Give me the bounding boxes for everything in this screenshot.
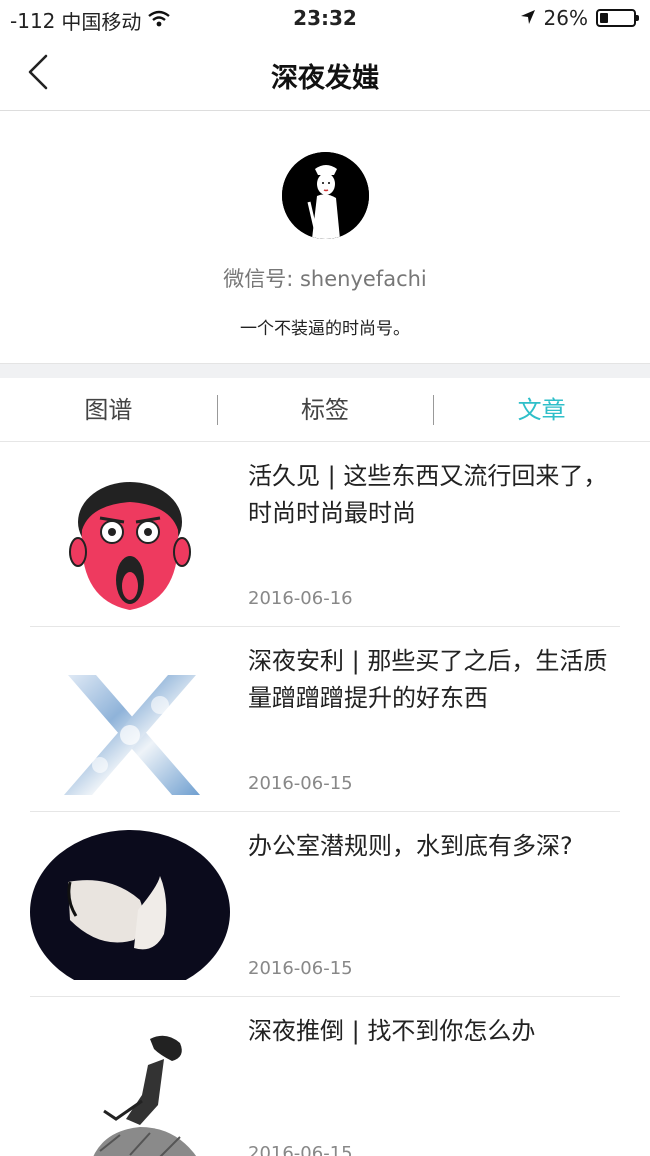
- article-date: 2016-06-16: [248, 588, 353, 609]
- battery-percent: 26%: [543, 6, 588, 30]
- article-date: 2016-06-15: [248, 958, 353, 979]
- screaming-face-image: [30, 460, 230, 610]
- tab-divider: [217, 395, 218, 425]
- status-right: 26%: [520, 6, 639, 30]
- battery-icon: [596, 9, 639, 27]
- article-title: 深夜安利 | 那些买了之后，生活质量蹭蹭蹭提升的好东西: [248, 647, 608, 712]
- tab-atlas[interactable]: 图谱: [0, 378, 217, 441]
- sketch-woman-image: [30, 1015, 230, 1156]
- tab-divider: [433, 395, 434, 425]
- avatar-illustration: [282, 152, 369, 239]
- nav-bar: 深夜发媸: [0, 38, 650, 111]
- tab-tags[interactable]: 标签: [217, 378, 434, 441]
- profile-bio: 一个不装逼的时尚号。: [240, 319, 410, 339]
- article-item[interactable]: 深夜安利 | 那些买了之后，生活质量蹭蹭蹭提升的好东西 2016-06-15: [30, 627, 620, 812]
- wechat-id: 微信号: shenyefachi: [223, 267, 427, 291]
- article-date: 2016-06-15: [248, 773, 353, 794]
- location-arrow-icon: [520, 6, 536, 30]
- page-title: 深夜发媸: [271, 63, 379, 94]
- article-item[interactable]: 办公室潜规则，水到底有多深? 2016-06-15: [30, 812, 620, 997]
- article-thumbnail: [30, 1015, 230, 1156]
- article-item[interactable]: 活久见 | 这些东西又流行回来了，时尚时尚最时尚 2016-06-16: [30, 442, 620, 627]
- battery-fill: [600, 13, 608, 23]
- profile-header: 微信号: shenyefachi 一个不装逼的时尚号。: [0, 111, 650, 363]
- tab-articles[interactable]: 文章: [433, 378, 650, 441]
- article-date: 2016-06-15: [248, 1143, 353, 1156]
- tab-bar: 图谱 标签 文章: [0, 378, 650, 442]
- cloud-x-image: [30, 645, 230, 795]
- article-thumbnail: [30, 460, 230, 610]
- article-thumbnail: [30, 645, 230, 795]
- article-title: 办公室潜规则，水到底有多深?: [248, 832, 573, 860]
- article-title: 活久见 | 这些东西又流行回来了，时尚时尚最时尚: [248, 462, 608, 527]
- section-separator: [0, 363, 650, 378]
- status-bar: -112 中国移动 23:32 26%: [0, 0, 650, 38]
- kiss-photo-image: [30, 830, 230, 980]
- article-item[interactable]: 深夜推倒 | 找不到你怎么办 2016-06-15: [30, 997, 620, 1156]
- avatar[interactable]: [282, 152, 369, 239]
- article-title: 深夜推倒 | 找不到你怎么办: [248, 1017, 536, 1045]
- article-thumbnail: [30, 830, 230, 980]
